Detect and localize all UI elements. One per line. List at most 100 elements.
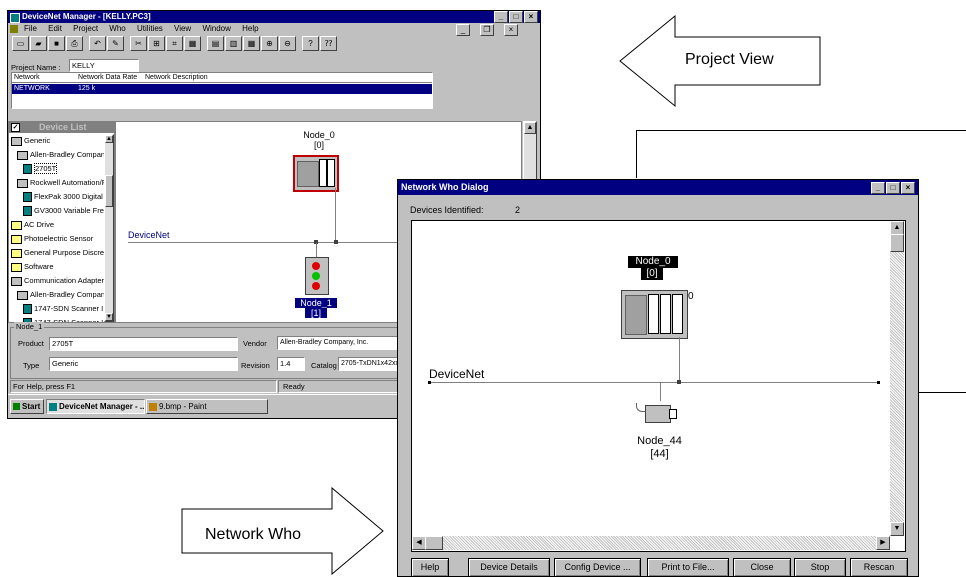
node1-name[interactable]: Node_1 (295, 298, 337, 308)
project-name-field[interactable]: KELLY (69, 59, 139, 72)
tree-item[interactable]: Allen-Bradley Compan (9, 148, 104, 162)
print-icon[interactable]: ⎙ (66, 36, 83, 51)
dialog-scroll-right-icon[interactable]: ▶ (876, 536, 890, 550)
main-title-bar: DeviceNet Manager - [KELLY.PC3] _ □ × (8, 11, 540, 23)
mdi-restore-icon[interactable]: ❐ (480, 24, 494, 36)
photoelectric-sensor-icon[interactable] (636, 401, 680, 423)
menu-help[interactable]: Help (242, 24, 258, 33)
tree-item-label: 1747-SDN Scanner I (34, 318, 103, 322)
menu-file[interactable]: File (24, 24, 37, 33)
zoom-in-icon[interactable]: ⊕ (261, 36, 278, 51)
scanner-device-icon[interactable] (293, 155, 339, 192)
tree-item[interactable]: Communication Adapter (9, 274, 104, 288)
minimize-icon[interactable]: _ (494, 11, 508, 23)
zoom-out-icon[interactable]: ⊖ (279, 36, 296, 51)
chart-icon[interactable]: ▦ (184, 36, 201, 51)
vendor-field[interactable]: Allen-Bradley Company, Inc. (277, 336, 401, 350)
menu-window[interactable]: Window (202, 24, 230, 33)
dialog-hscrollbar[interactable]: ◀ ▶ (412, 536, 890, 550)
dialog-scroll-left-icon[interactable]: ◀ (412, 536, 426, 550)
collapse-checkbox[interactable]: ✓ (11, 123, 20, 132)
task-paint[interactable]: 9.bmp - Paint (146, 399, 268, 414)
tree-item[interactable]: General Purpose Discre (9, 246, 104, 260)
config-device-button[interactable]: Config Device ... (554, 558, 641, 577)
network-who-dialog: Network Who Dialog _ □ × Devices Identifie… (397, 179, 919, 577)
stop-button[interactable]: Stop (794, 558, 846, 577)
close-icon[interactable]: × (524, 11, 538, 23)
catalog-field[interactable]: 2705-TxDN1x42xx (338, 357, 402, 371)
context-help-icon[interactable]: ⁇ (320, 36, 337, 51)
pushbutton-station-icon[interactable] (305, 257, 329, 295)
close-button[interactable]: Close (733, 558, 791, 577)
edit-icon[interactable]: ✎ (107, 36, 124, 51)
dialog-node44-addr: [44] (650, 448, 669, 460)
tree-item[interactable]: AC Drive (9, 218, 104, 232)
dialog-scroll-up-icon[interactable]: ▲ (890, 221, 904, 235)
dialog-vscroll-thumb[interactable] (890, 234, 904, 252)
network-icon[interactable]: ⊞ (148, 36, 165, 51)
tree-scrollbar[interactable]: ▲ ▼ (104, 134, 114, 322)
print-to-file-button[interactable]: Print to File... (647, 558, 729, 577)
online-icon[interactable]: ⌗ (166, 36, 183, 51)
cut-icon[interactable]: ✂ (130, 36, 147, 51)
tree-item-label: Allen-Bradley Compan (30, 290, 104, 299)
tree-item[interactable]: 2705T (9, 162, 104, 176)
new-icon[interactable]: ▭ (12, 36, 29, 51)
menu-utilities[interactable]: Utilities (137, 24, 163, 33)
maximize-icon[interactable]: □ (509, 11, 523, 23)
revision-field[interactable]: 1.4 (277, 357, 305, 371)
dialog-scroll-down-icon[interactable]: ▼ (890, 522, 904, 536)
dialog-minimize-icon[interactable]: _ (871, 181, 885, 194)
dialog-node0-name[interactable]: Node_0 (628, 256, 678, 268)
tree-item[interactable]: GV3000 Variable Fre (9, 204, 104, 218)
canvas-scroll-up-icon[interactable]: ▲ (524, 122, 536, 134)
menu-view[interactable]: View (174, 24, 191, 33)
undo-icon[interactable]: ↶ (89, 36, 106, 51)
dialog-title: Network Who Dialog (401, 182, 489, 192)
scroll-up-icon[interactable]: ▲ (105, 135, 113, 143)
dialog-bus-tap (677, 380, 681, 384)
tree-item[interactable]: 1747-SDN Scanner I (9, 302, 104, 316)
device-details-button[interactable]: Device Details (468, 558, 550, 577)
menu-project[interactable]: Project (73, 24, 98, 33)
view3-icon[interactable]: ▦ (243, 36, 260, 51)
dialog-title-bar: Network Who Dialog _ □ × (398, 180, 918, 195)
menu-who[interactable]: Who (109, 24, 125, 33)
folder-icon (17, 290, 28, 300)
view1-icon[interactable]: ▤ (207, 36, 224, 51)
start-button[interactable]: Start (10, 399, 44, 414)
menu-edit[interactable]: Edit (48, 24, 62, 33)
tree-item[interactable]: Generic (9, 134, 104, 148)
task-devicenet[interactable]: DeviceNet Manager - ... (46, 399, 145, 414)
tree-item[interactable]: Software (9, 260, 104, 274)
app-icon (10, 13, 20, 23)
product-field[interactable]: 2705T (49, 337, 238, 351)
mdi-minimize-icon[interactable]: _ (456, 24, 470, 36)
dialog-scanner-device-icon[interactable] (621, 290, 688, 339)
dialog-hscroll-thumb[interactable] (425, 536, 443, 550)
help-icon[interactable]: ? (302, 36, 319, 51)
tree-item[interactable]: Allen-Bradley Compan (9, 288, 104, 302)
rescan-button[interactable]: Rescan (850, 558, 908, 577)
type-field[interactable]: Generic (49, 357, 238, 371)
network-table-header: Network Network Data Rate Network Descri… (12, 73, 432, 83)
tree-item[interactable]: Rockwell Automation/F (9, 176, 104, 190)
tree-item[interactable]: Photoelectric Sensor (9, 232, 104, 246)
view2-icon[interactable]: ▥ (225, 36, 242, 51)
folder-icon (11, 276, 22, 286)
save-icon[interactable]: ■ (48, 36, 65, 51)
vendor-label: Vendor (243, 339, 267, 348)
scroll-thumb[interactable] (105, 175, 113, 207)
table-row[interactable]: NETWORK 125 k (12, 84, 432, 94)
dialog-close-icon[interactable]: × (901, 181, 915, 194)
dialog-maximize-icon[interactable]: □ (886, 181, 900, 194)
dialog-vscrollbar[interactable]: ▲ ▼ (890, 221, 904, 536)
mdi-close-icon[interactable]: × (504, 24, 518, 36)
open-icon[interactable]: ▰ (30, 36, 47, 51)
tree-item[interactable]: FlexPak 3000 Digital I (9, 190, 104, 204)
scroll-down-icon[interactable]: ▼ (105, 313, 113, 321)
tree-item-label: 1747-SDN Scanner I (34, 304, 104, 313)
help-button[interactable]: Help (411, 558, 449, 577)
tree-item-label: Photoelectric Sensor (24, 234, 94, 243)
dialog-node44-drop-line (660, 383, 661, 401)
